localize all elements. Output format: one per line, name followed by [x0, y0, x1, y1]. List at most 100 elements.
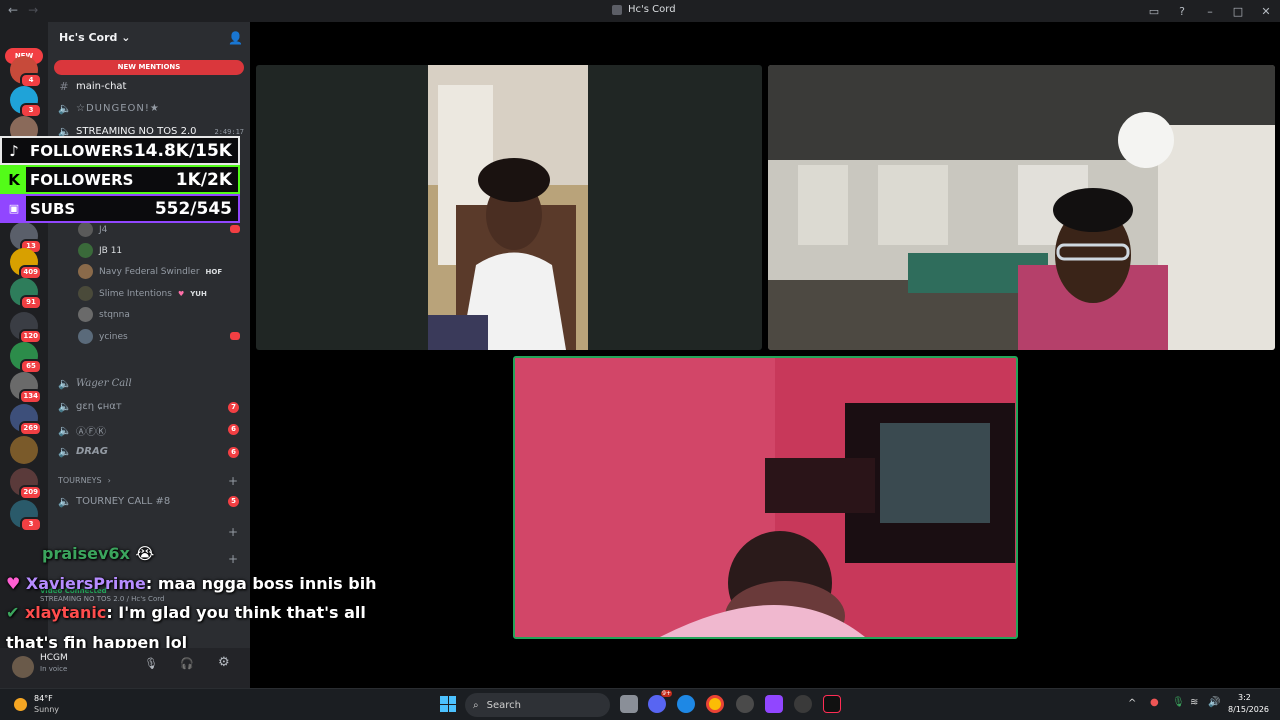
help-icon[interactable]: ?: [1168, 5, 1196, 18]
channel-afk[interactable]: 🔈 ⒶⒻⓀ: [58, 423, 106, 438]
channel-tourney-call[interactable]: 🔈 TOURNEY CALL #8: [58, 495, 170, 508]
settings-gear-icon[interactable]: ⚙: [218, 655, 230, 670]
voice-user[interactable]: Navy Federal Swindler HOF: [78, 264, 222, 279]
minimize-icon[interactable]: –: [1196, 5, 1224, 18]
video-tile-speaking[interactable]: [513, 356, 1018, 639]
tiktok-followers-counter: ♪ FOLLOWERS 14.8K/15K: [0, 136, 240, 165]
weather-temp[interactable]: 84°F: [34, 694, 53, 703]
back-arrow-icon[interactable]: ←: [8, 3, 18, 17]
add-channel-icon[interactable]: +: [228, 552, 238, 566]
heart-icon: ♥: [177, 289, 185, 298]
sun-icon: [14, 698, 27, 711]
server-icon[interactable]: 65: [10, 342, 42, 374]
discord-icon[interactable]: 9+: [648, 690, 672, 713]
add-member-icon[interactable]: 👤: [228, 31, 243, 45]
nav-arrows: ← →: [8, 3, 38, 17]
server-icon[interactable]: 120: [10, 312, 42, 344]
server-icon[interactable]: [10, 436, 38, 464]
voice-user-name: Navy Federal Swindler: [99, 266, 200, 277]
video-feed: [768, 65, 1275, 350]
task-view-icon[interactable]: [620, 695, 638, 713]
start-windows-icon[interactable]: [440, 696, 456, 712]
server-icon[interactable]: 409: [10, 248, 42, 280]
server-icon[interactable]: 134: [10, 372, 42, 404]
add-channel-icon[interactable]: +: [228, 525, 238, 539]
window-title: Hc's Cord: [612, 4, 676, 15]
obs-icon[interactable]: [794, 695, 812, 713]
avatar: [78, 286, 93, 301]
edge-icon[interactable]: [677, 695, 695, 713]
server-badge: 3: [20, 517, 42, 532]
chat-message: ♥ XaviersPrime: maa ngga boss innis bih: [6, 574, 377, 593]
mention-badge: 6: [228, 424, 239, 435]
channel-label: DRAG: [76, 446, 108, 457]
close-icon[interactable]: ✕: [1252, 5, 1280, 18]
wifi-icon[interactable]: ≋: [1190, 697, 1198, 708]
media-player-icon[interactable]: [736, 695, 754, 713]
volume-icon[interactable]: 🔊: [1208, 697, 1220, 708]
avatar: [78, 329, 93, 344]
taskbar: 84°F Sunny ⌕ Search 9+ ^ ● 🎙 ≋ 🔊 3:2 8/1…: [0, 688, 1280, 720]
server-badge: 269: [19, 421, 42, 436]
server-icon[interactable]: 3: [10, 86, 42, 118]
voice-user-name: stqnna: [99, 309, 130, 320]
server-icon[interactable]: 209: [10, 468, 42, 500]
heart-badge-icon: ♥: [6, 574, 21, 593]
forward-arrow-icon[interactable]: →: [28, 3, 38, 17]
chat-username: praisev6x: [42, 544, 130, 563]
add-channel-icon[interactable]: +: [228, 474, 238, 488]
voice-user[interactable]: J4: [78, 222, 107, 237]
server-icon[interactable]: 3: [10, 500, 42, 532]
tray-mic-icon[interactable]: 🎙: [1172, 697, 1185, 708]
avatar: [78, 222, 93, 237]
voice-user[interactable]: ycines: [78, 329, 128, 344]
server-icon[interactable]: 13: [10, 222, 42, 254]
channel-label: TOURNEY CALL #8: [76, 496, 171, 507]
twitch-icon: ▣: [2, 196, 26, 221]
channel-wager-call[interactable]: 🔈 Wager Call: [58, 377, 132, 390]
guild-header[interactable]: Hc's Cord ⌄: [59, 31, 130, 44]
counter-label: FOLLOWERS: [30, 170, 134, 189]
clock-time[interactable]: 3:2: [1238, 693, 1251, 702]
channel-drag[interactable]: 🔈 DRAG: [58, 445, 108, 458]
tray-app-icon[interactable]: ●: [1150, 697, 1159, 708]
voice-status-subtitle[interactable]: STREAMING NO TOS 2.0 / Hc's Cord: [40, 595, 164, 603]
channel-dungeon[interactable]: 🔈 ☆DUNGEON!★: [58, 102, 160, 115]
speaker-icon: 🔈: [58, 495, 72, 508]
chrome-icon[interactable]: [706, 695, 724, 713]
server-icon[interactable]: 4: [10, 56, 42, 88]
taskbar-search[interactable]: ⌕ Search: [465, 693, 610, 717]
chat-username: XaviersPrime: [25, 574, 146, 593]
tray-chevron-icon[interactable]: ^: [1128, 698, 1136, 709]
channel-gen-chat[interactable]: 🔈 ցεη ɕнαт: [58, 400, 122, 413]
category-tourneys[interactable]: TOURNEYS ›: [58, 476, 111, 485]
weather-desc[interactable]: Sunny: [34, 705, 59, 714]
maximize-icon[interactable]: □: [1224, 5, 1252, 18]
tiktok-app-icon[interactable]: [823, 695, 841, 713]
headphones-icon[interactable]: 🎧: [180, 657, 194, 670]
voice-user[interactable]: Slime Intentions ♥ YUH: [78, 286, 207, 301]
user-tag: YUH: [190, 289, 207, 298]
channel-main-chat[interactable]: # main-chat: [58, 80, 126, 93]
mention-badge: 6: [228, 447, 239, 458]
new-mentions-bar[interactable]: NEW MENTIONS: [54, 60, 244, 75]
twitch-app-icon[interactable]: [765, 695, 783, 713]
clock-date[interactable]: 8/15/2026: [1228, 705, 1269, 714]
speaker-icon: 🔈: [58, 424, 72, 437]
video-tile[interactable]: [256, 65, 762, 350]
chat-text: 😭: [129, 544, 155, 563]
discord-badge: 9+: [661, 690, 672, 697]
voice-user[interactable]: stqnna: [78, 307, 130, 322]
counter-value: 1K/2K: [175, 169, 232, 190]
call-timer: 2:49:17: [214, 127, 245, 136]
voice-user[interactable]: JB 11: [78, 243, 122, 258]
app-window: ← → Hc's Cord ▭ ? – □ ✕ NEW 4 3 13 409 9…: [0, 0, 1280, 720]
server-icon[interactable]: 91: [10, 278, 42, 310]
microphone-icon[interactable]: 🎙: [144, 657, 158, 670]
server-icon[interactable]: 269: [10, 404, 42, 436]
video-tile[interactable]: [768, 65, 1275, 350]
avatar[interactable]: [12, 656, 34, 678]
inbox-icon[interactable]: ▭: [1140, 5, 1168, 18]
counter-label: SUBS: [30, 199, 76, 218]
kick-followers-counter: K FOLLOWERS 1K/2K: [0, 165, 240, 194]
